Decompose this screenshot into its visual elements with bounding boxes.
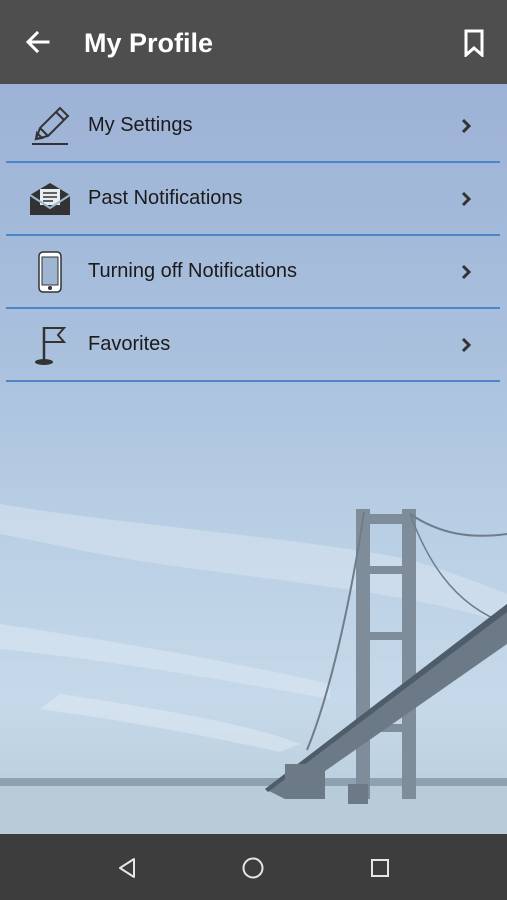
menu-item-label: Past Notifications	[88, 187, 243, 209]
flag-icon	[26, 321, 74, 369]
arrow-left-icon	[25, 30, 50, 54]
content-area: My Settings Past Notifications Turning o…	[0, 84, 507, 834]
chevron-right-icon	[461, 337, 472, 352]
menu-item-label: Favorites	[88, 333, 171, 355]
triangle-back-icon	[119, 858, 135, 878]
bookmark-button[interactable]	[458, 26, 490, 60]
envelope-icon	[26, 175, 74, 223]
phone-icon	[26, 248, 74, 296]
app-bar: My Profile	[0, 0, 507, 84]
menu-item-past-notifications[interactable]: Past Notifications	[6, 163, 500, 236]
pencil-icon	[26, 102, 74, 150]
circle-home-icon	[242, 857, 264, 879]
system-recents-button[interactable]	[363, 851, 397, 885]
menu-item-my-settings[interactable]: My Settings	[6, 90, 500, 163]
chevron-right-icon	[461, 118, 472, 133]
system-home-button[interactable]	[236, 851, 270, 885]
menu-item-label: Turning off Notifications	[88, 260, 297, 282]
system-nav-bar	[0, 834, 507, 900]
menu-item-turning-off-notifications[interactable]: Turning off Notifications	[6, 236, 500, 309]
chevron-right-icon	[461, 264, 472, 279]
menu-item-favorites[interactable]: Favorites	[6, 309, 500, 382]
profile-menu: My Settings Past Notifications Turning o…	[6, 90, 500, 382]
page-title: My Profile	[84, 28, 214, 58]
system-back-button[interactable]	[110, 851, 144, 885]
menu-item-label: My Settings	[88, 114, 193, 136]
bookmark-icon	[464, 29, 484, 57]
chevron-right-icon	[461, 191, 472, 206]
back-button[interactable]	[22, 26, 54, 58]
square-recents-icon	[371, 859, 389, 877]
